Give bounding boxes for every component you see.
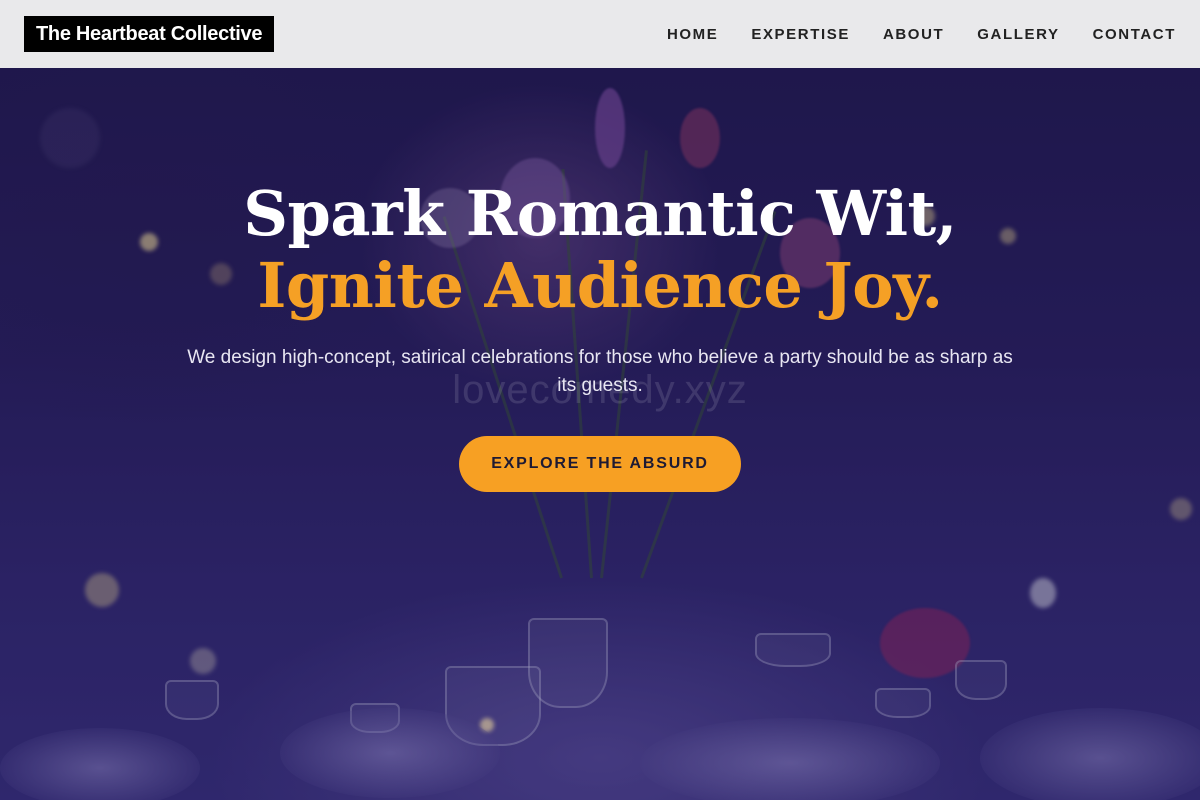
nav-link-contact[interactable]: CONTACT: [1093, 26, 1176, 43]
hero-headline: Spark Romantic Wit, Ignite Audience Joy.: [0, 178, 1200, 322]
nav-link-about[interactable]: ABOUT: [883, 26, 944, 43]
nav-link-gallery[interactable]: GALLERY: [977, 26, 1059, 43]
hero-subtext: We design high-concept, satirical celebr…: [187, 347, 1013, 396]
hero-content: Spark Romantic Wit, Ignite Audience Joy.…: [0, 178, 1200, 492]
nav-link-expertise[interactable]: EXPERTISE: [751, 26, 850, 43]
nav-links: HOME EXPERTISE ABOUT GALLERY CONTACT: [634, 26, 1176, 43]
headline-line-2: Ignite Audience Joy.: [257, 249, 943, 322]
headline-line-1: Spark Romantic Wit,: [243, 177, 957, 250]
nav-link-home[interactable]: HOME: [667, 26, 718, 43]
top-navbar: The Heartbeat Collective HOME EXPERTISE …: [0, 0, 1200, 68]
brand-logo[interactable]: The Heartbeat Collective: [24, 16, 275, 52]
explore-button[interactable]: EXPLORE THE ABSURD: [459, 436, 741, 492]
